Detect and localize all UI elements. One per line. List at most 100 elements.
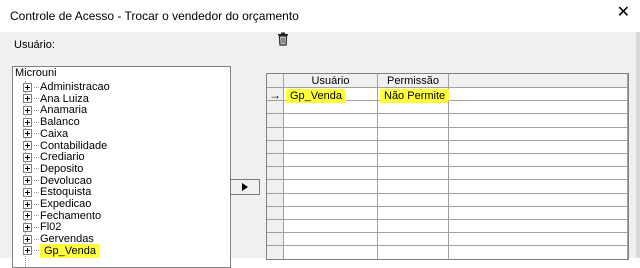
tree-item[interactable]: Contabilidade (23, 140, 107, 152)
row-indicator[interactable] (267, 206, 284, 220)
tree-item[interactable]: Ana Luiza (23, 93, 89, 105)
expand-plus-icon[interactable] (23, 164, 32, 174)
grid-cell-filler (449, 167, 628, 181)
row-indicator[interactable]: → (267, 88, 284, 102)
grid-cell-permissao[interactable] (378, 167, 449, 181)
tree-connector (34, 191, 39, 193)
tree-item[interactable]: Administracao (23, 81, 110, 93)
tree-item-label: Administracao (40, 81, 110, 93)
expand-plus-icon[interactable] (23, 129, 32, 139)
expand-plus-icon[interactable] (23, 105, 32, 115)
tree-connector (34, 203, 39, 205)
tree-item-label: Devolucao (40, 174, 92, 187)
tree-item[interactable]: Expedicao (23, 198, 91, 210)
tree-item[interactable]: Gp_Venda (23, 243, 100, 258)
grid-cell-usuario[interactable] (284, 140, 378, 154)
expand-plus-icon[interactable] (23, 94, 32, 104)
expand-plus-icon[interactable] (23, 234, 32, 244)
row-indicator[interactable] (267, 233, 284, 247)
permissions-grid[interactable]: Usuário Permissão → Gp_Venda Não Permite (266, 73, 629, 260)
column-header-usuario[interactable]: Usuário (284, 74, 378, 88)
expand-plus-icon[interactable] (23, 152, 32, 162)
tree-item[interactable]: Fechamento (23, 210, 101, 222)
row-indicator[interactable] (267, 114, 284, 128)
grid-cell-permissao[interactable] (378, 180, 449, 194)
row-indicator[interactable] (267, 101, 284, 115)
tree-item[interactable]: Fl02 (23, 221, 61, 233)
grid-cell-usuario[interactable] (284, 220, 378, 234)
play-right-icon (242, 183, 248, 191)
tree-item-label: Balanco (40, 116, 80, 129)
grid-cell-permissao[interactable] (378, 140, 449, 154)
expand-plus-icon[interactable] (23, 141, 32, 151)
grid-cell-permissao[interactable]: Não Permite (378, 88, 450, 103)
close-icon[interactable]: ✕ (617, 5, 630, 21)
tree-connector (34, 156, 39, 158)
tree-item[interactable]: Balanco (23, 116, 80, 128)
tree-connector (34, 250, 39, 252)
grid-cell-filler (449, 206, 628, 220)
column-header-filler (449, 74, 628, 88)
tree-item-label: Estoquista (40, 186, 92, 199)
grid-cell-permissao[interactable] (378, 114, 449, 128)
row-indicator[interactable] (267, 140, 284, 154)
grid-cell-usuario[interactable] (284, 233, 378, 247)
grid-cell-permissao[interactable] (378, 127, 449, 141)
tree-item[interactable]: Devolucao (23, 175, 92, 187)
grid-cell-usuario[interactable] (284, 167, 378, 181)
grid-cell-usuario[interactable]: Gp_Venda (284, 88, 378, 103)
tree-item-label: Fechamento (40, 209, 102, 222)
tree-item[interactable]: Deposito (23, 163, 83, 175)
move-right-button[interactable] (230, 179, 260, 195)
row-indicator[interactable] (267, 154, 284, 168)
tree-item-label: Gp_Venda (40, 243, 100, 258)
expand-plus-icon[interactable] (23, 211, 32, 221)
tree-item[interactable]: Crediario (23, 151, 85, 163)
tree-connector (34, 238, 39, 240)
tree-item-label: Crediario (40, 151, 85, 164)
grid-cell-permissao[interactable] (378, 154, 449, 168)
tree-item[interactable]: Caixa (23, 128, 68, 140)
tree-connector (34, 98, 39, 100)
row-indicator[interactable] (267, 193, 284, 207)
trash-icon[interactable] (276, 32, 290, 46)
expand-plus-icon[interactable] (23, 82, 32, 92)
tree-item[interactable]: Anamaria (23, 104, 87, 116)
expand-plus-icon[interactable] (23, 199, 32, 209)
row-indicator[interactable] (267, 167, 284, 181)
grid-cell-usuario[interactable] (284, 114, 378, 128)
tree-item[interactable]: Estoquista (23, 186, 91, 198)
user-tree[interactable]: Microuni Administracao Ana Luiza Anamaria B… (12, 66, 231, 268)
expand-plus-icon[interactable] (23, 222, 32, 232)
grid-cell-filler (449, 101, 628, 115)
tree-connector (34, 109, 39, 111)
grid-cell-filler (449, 88, 628, 102)
grid-cell-usuario[interactable] (284, 127, 378, 141)
expand-plus-icon[interactable] (23, 187, 32, 197)
grid-cell-usuario[interactable] (284, 154, 378, 168)
grid-cell-permissao[interactable] (378, 206, 449, 220)
tree-item-label: Contabilidade (40, 139, 108, 152)
tree-item-label: Ana Luiza (40, 92, 89, 105)
current-row-arrow-icon: → (269, 88, 281, 102)
grid-cell-permissao[interactable] (378, 193, 449, 207)
grid-cell-permissao[interactable] (378, 220, 449, 234)
expand-plus-icon[interactable] (23, 246, 32, 256)
grid-cell-usuario[interactable] (284, 180, 378, 194)
grid-cell-permissao[interactable] (378, 101, 449, 115)
tree-connector (34, 133, 39, 135)
row-indicator[interactable] (267, 127, 284, 141)
expand-plus-icon[interactable] (23, 117, 32, 127)
grid-cell-permissao[interactable] (378, 233, 449, 247)
tree-root-label[interactable]: Microuni (15, 67, 57, 79)
tree-connector (34, 180, 39, 182)
grid-cell-filler (449, 140, 628, 154)
tree-connector (34, 226, 39, 228)
expand-plus-icon[interactable] (23, 176, 32, 186)
column-header-permissao[interactable]: Permissão (378, 74, 449, 88)
row-indicator[interactable] (267, 220, 284, 234)
grid-cell-usuario[interactable] (284, 193, 378, 207)
row-indicator[interactable] (267, 180, 284, 194)
grid-cell-usuario[interactable] (284, 206, 378, 220)
grid-cell-usuario[interactable] (284, 101, 378, 115)
